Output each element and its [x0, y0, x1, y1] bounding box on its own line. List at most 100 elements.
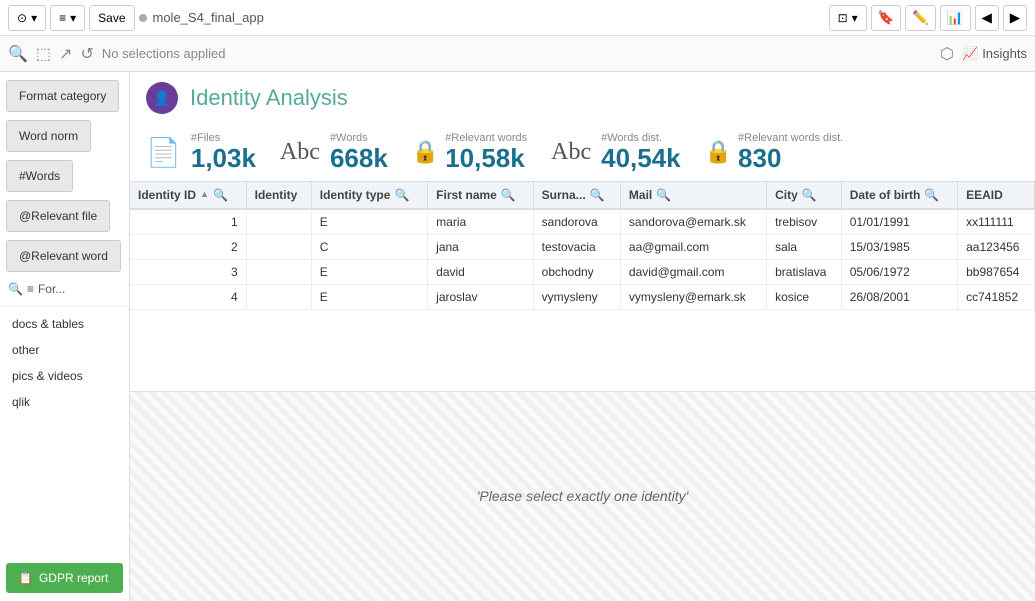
col-eeaid-label: EEAID — [966, 188, 1003, 202]
list-button[interactable]: ≡ ▾ — [50, 5, 85, 31]
cell-city: sala — [767, 234, 842, 259]
col-identity-type[interactable]: Identity type 🔍 — [311, 182, 427, 209]
edit-button[interactable]: ✏️ — [905, 5, 936, 31]
list-icon: ≡ — [59, 11, 66, 25]
page-title: Identity Analysis — [190, 85, 348, 111]
sidebar-relevant-file[interactable]: @Relevant file — [6, 200, 110, 232]
col-identity-type-search[interactable]: 🔍 — [394, 188, 409, 202]
col-mail-label: Mail — [629, 188, 652, 202]
person-icon: 👤 — [153, 90, 170, 107]
cell-first-name: maria — [428, 209, 533, 235]
chart-button[interactable]: 📊 — [940, 5, 971, 31]
sidebar-format-category[interactable]: Format category — [6, 80, 119, 112]
forward-icon: ▶ — [1010, 10, 1020, 26]
screen-icon: ⊡ — [838, 11, 848, 25]
selection-bar: 🔍 ⬚ ↗ ↺ No selections applied ⬡ 📈 Insigh… — [0, 36, 1035, 72]
insights-icon: 📈 — [962, 46, 978, 62]
sidebar-divider — [0, 306, 129, 307]
refresh-icon[interactable]: ↺ — [80, 44, 93, 64]
col-surname-search[interactable]: 🔍 — [590, 188, 605, 202]
select-box-icon[interactable]: ⬚ — [36, 44, 51, 64]
cell-eeaid: bb987654 — [958, 259, 1035, 284]
cell-type: C — [311, 234, 427, 259]
cell-surname: testovacia — [533, 234, 620, 259]
main-layout: Format category Word norm #Words @Releva… — [0, 72, 1035, 601]
cell-dob: 05/06/1972 — [841, 259, 957, 284]
sidebar-relevant-word[interactable]: @Relevant word — [6, 240, 121, 272]
table-row[interactable]: 1 E maria sandorova sandorova@emark.sk t… — [130, 209, 1035, 235]
cell-type: E — [311, 259, 427, 284]
edit-icon: ✏️ — [912, 10, 929, 26]
sidebar-search[interactable]: 🔍 ≡ For... — [0, 276, 129, 302]
table-row[interactable]: 2 C jana testovacia aa@gmail.com sala 15… — [130, 234, 1035, 259]
col-dob[interactable]: Date of birth 🔍 — [841, 182, 957, 209]
sidebar: Format category Word norm #Words @Releva… — [0, 72, 130, 601]
sidebar-words[interactable]: #Words — [6, 160, 73, 192]
col-first-name-search[interactable]: 🔍 — [501, 188, 516, 202]
cell-surname: sandorova — [533, 209, 620, 235]
col-mail-search[interactable]: 🔍 — [656, 188, 671, 202]
col-identity[interactable]: Identity — [246, 182, 311, 209]
sidebar-qlik[interactable]: qlik — [0, 389, 129, 415]
content-area: 👤 Identity Analysis 📄 #Files 1,03k Abc #… — [130, 72, 1035, 601]
sidebar-word-norm[interactable]: Word norm — [6, 120, 91, 152]
cell-dob: 01/01/1991 — [841, 209, 957, 235]
col-first-name[interactable]: First name 🔍 — [428, 182, 533, 209]
col-surname[interactable]: Surna... 🔍 — [533, 182, 620, 209]
cell-first-name: jaroslav — [428, 284, 533, 309]
data-table-container: Identity ID 🔍 Identity — [130, 182, 1035, 391]
col-identity-label: Identity — [255, 188, 298, 202]
export-icon[interactable]: ↗ — [59, 44, 72, 64]
col-first-name-label: First name — [436, 188, 497, 202]
cell-dob: 26/08/2001 — [841, 284, 957, 309]
col-dob-label: Date of birth — [850, 188, 921, 202]
cell-city: trebisov — [767, 209, 842, 235]
lock-icon-1: 🔒 — [412, 139, 439, 165]
col-city-search[interactable]: 🔍 — [802, 188, 817, 202]
lower-panel-message: 'Please select exactly one identity' — [477, 488, 689, 504]
sidebar-pics-videos[interactable]: pics & videos — [0, 363, 129, 389]
stat-words-dist-item: #Words dist. 40,54k — [601, 132, 681, 173]
search-label: For... — [38, 282, 65, 296]
screen-button[interactable]: ⊡ ▾ — [829, 5, 867, 31]
cell-eeaid: cc741852 — [958, 284, 1035, 309]
home-button[interactable]: ⊙ ▾ — [8, 5, 46, 31]
col-identity-id-search[interactable]: 🔍 — [213, 188, 228, 202]
list-chevron: ▾ — [70, 11, 76, 25]
zoom-icon[interactable]: 🔍 — [8, 44, 28, 64]
abc-icon-1: Abc — [280, 139, 320, 166]
document-icon: 📄 — [146, 136, 181, 169]
magic-icon[interactable]: ⬡ — [940, 44, 954, 64]
table-row[interactable]: 3 E david obchodny david@gmail.com brati… — [130, 259, 1035, 284]
col-eeaid[interactable]: EEAID — [958, 182, 1035, 209]
cell-city: kosice — [767, 284, 842, 309]
save-button[interactable]: Save — [89, 5, 134, 31]
cell-surname: vymysleny — [533, 284, 620, 309]
sidebar-other[interactable]: other — [0, 337, 129, 363]
sidebar-docs-tables[interactable]: docs & tables — [0, 311, 129, 337]
stat-relevant-words-item: #Relevant words 10,58k — [445, 132, 527, 173]
forward-button[interactable]: ▶ — [1003, 5, 1027, 31]
back-icon: ◀ — [982, 10, 992, 26]
col-dob-search[interactable]: 🔍 — [924, 188, 939, 202]
identity-table: Identity ID 🔍 Identity — [130, 182, 1035, 310]
cell-eeaid: aa123456 — [958, 234, 1035, 259]
list-tree-icon: ≡ — [27, 282, 34, 296]
col-city[interactable]: City 🔍 — [767, 182, 842, 209]
stat-relevant-words: 🔒 #Relevant words 10,58k — [412, 132, 527, 173]
insights-button[interactable]: 📈 Insights — [962, 46, 1027, 62]
back-button[interactable]: ◀ — [975, 5, 999, 31]
col-identity-id[interactable]: Identity ID 🔍 — [130, 182, 246, 209]
col-mail[interactable]: Mail 🔍 — [620, 182, 766, 209]
stat-files-item: #Files 1,03k — [191, 132, 256, 173]
stat-relevant-words-value: 10,58k — [445, 144, 527, 173]
table-row[interactable]: 4 E jaroslav vymysleny vymysleny@emark.s… — [130, 284, 1035, 309]
cell-mail: david@gmail.com — [620, 259, 766, 284]
gdpr-button[interactable]: 📋 GDPR report — [6, 563, 123, 593]
cell-eeaid: xx111111 — [958, 209, 1035, 235]
insights-label: Insights — [982, 46, 1027, 61]
bookmark-button[interactable]: 🔖 — [871, 5, 902, 31]
top-toolbar: ⊙ ▾ ≡ ▾ Save mole_S4_final_app ⊡ ▾ 🔖 ✏️ … — [0, 0, 1035, 36]
content-header: 👤 Identity Analysis — [130, 72, 1035, 124]
no-selections-text: No selections applied — [102, 46, 932, 61]
